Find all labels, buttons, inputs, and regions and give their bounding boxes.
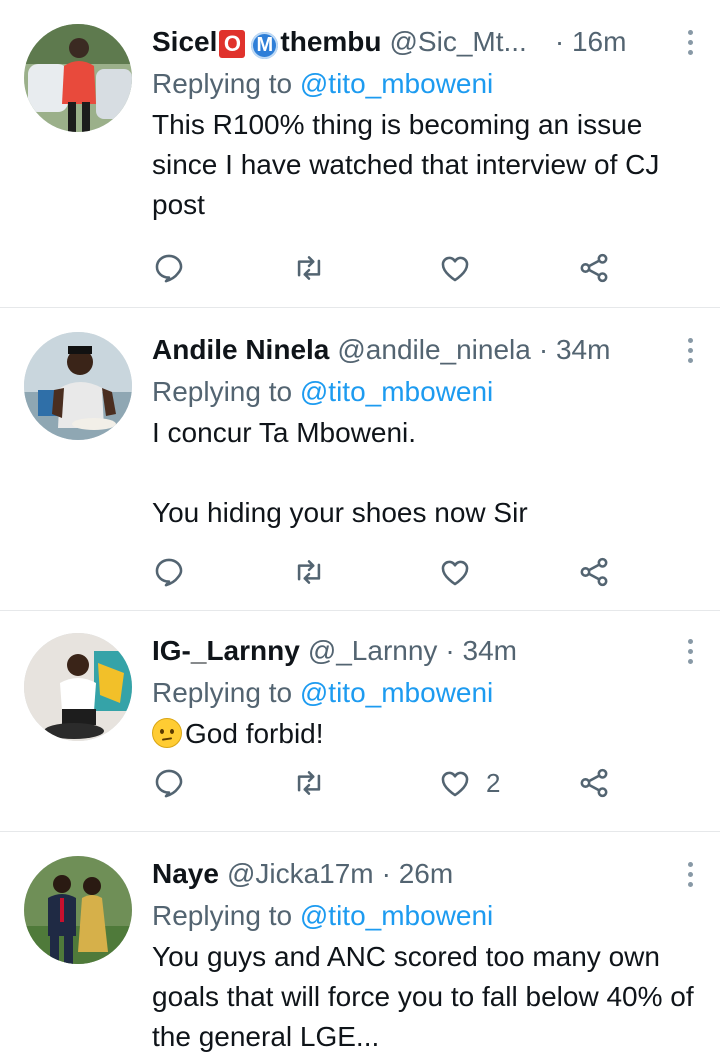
tweet[interactable]: IG-_Larnny @_Larnny · 34m Replying to @t… [0,611,720,832]
tweet-header: IG-_Larnny @_Larnny · 34m [152,633,700,669]
tweet-header: Andile Ninela @andile_ninela · 34m [152,332,700,368]
retweet-icon [297,560,321,584]
handle[interactable]: @Jicka17m [227,858,374,890]
more-options-icon[interactable] [678,24,702,60]
handle[interactable]: @Sic_Mt... [390,26,527,58]
mention-link[interactable]: @tito_mboweni [300,68,493,99]
avatar[interactable] [24,633,132,741]
retweet-button[interactable] [292,552,326,592]
tweet-actions: 2 [152,763,622,803]
like-button[interactable] [438,552,486,592]
more-options-icon[interactable] [678,332,702,368]
replying-to: Replying to @tito_mboweni [152,68,494,99]
more-options-icon[interactable] [678,856,702,892]
reply-icon [155,254,183,283]
tweet[interactable]: Sicel O Mthembu @Sic_Mt... · 16m Replying … [0,0,720,308]
reply-icon [155,558,183,587]
tweet-text: I concur Ta Mboweni. You hiding your sho… [152,417,528,528]
name-badge-o: O [219,29,246,58]
tweet-text: This R100% thing is becoming an issue si… [152,109,668,220]
tweet-header: Sicel O Mthembu @Sic_Mt... · 16m [152,24,700,60]
reply-button[interactable] [152,763,186,803]
name-badge-m: M [251,31,279,59]
reply-icon [155,769,183,798]
more-options-icon[interactable] [678,633,702,669]
like-count: 2 [486,767,501,798]
tweet-actions [152,248,622,288]
display-name[interactable]: Naye [152,858,219,890]
timestamp[interactable]: · 34m [539,334,611,366]
tweet[interactable]: Naye @Jicka17m · 26m Replying to @tito_m… [0,832,720,1052]
tweet-actions [152,552,622,592]
retweet-icon [297,771,321,795]
like-icon [441,560,469,586]
mention-link[interactable]: @tito_mboweni [300,900,493,931]
tweet-text: You guys and ANC scored too many own goa… [152,941,702,1052]
share-button[interactable] [577,248,611,288]
replying-to: Replying to @tito_mboweni [152,376,494,407]
display-name[interactable]: Andile Ninela [152,334,329,366]
handle[interactable]: @andile_ninela [337,334,530,366]
avatar[interactable] [24,856,132,964]
like-icon [441,771,469,797]
share-icon [580,768,608,798]
timestamp[interactable]: · 16m [555,26,627,58]
retweet-button[interactable] [292,763,326,803]
confused-face-emoji [152,718,182,748]
display-name[interactable]: Sicel O Mthembu [152,26,382,59]
share-icon [580,557,608,587]
share-button[interactable] [577,552,611,592]
reply-button[interactable] [152,552,186,592]
reply-button[interactable] [152,248,186,288]
mention-link[interactable]: @tito_mboweni [300,677,493,708]
tweet[interactable]: Andile Ninela @andile_ninela · 34m Reply… [0,308,720,611]
replying-to: Replying to @tito_mboweni [152,677,494,708]
handle[interactable]: @_Larnny [308,635,438,667]
like-button[interactable]: 2 [438,763,500,803]
avatar[interactable] [24,332,132,440]
tweet-header: Naye @Jicka17m · 26m [152,856,700,892]
share-icon [580,253,608,283]
retweet-icon [297,256,321,280]
like-button[interactable] [438,248,486,288]
share-button[interactable] [577,763,611,803]
retweet-button[interactable] [292,248,326,288]
timestamp[interactable]: · 34m [445,635,517,667]
tweet-text: God forbid! [152,714,700,754]
timestamp[interactable]: · 26m [382,858,454,890]
display-name[interactable]: IG-_Larnny [152,635,300,667]
like-icon [441,256,469,282]
avatar[interactable] [24,24,132,132]
mention-link[interactable]: @tito_mboweni [300,376,493,407]
replying-to: Replying to @tito_mboweni [152,900,494,931]
